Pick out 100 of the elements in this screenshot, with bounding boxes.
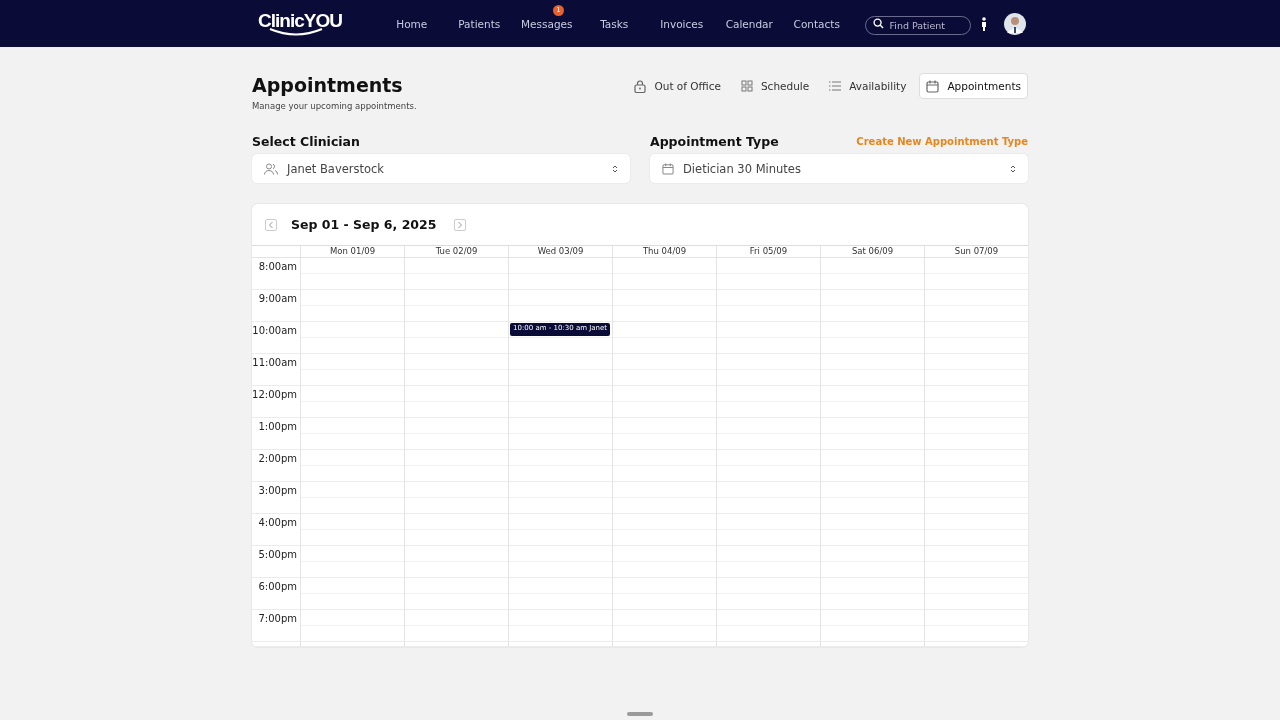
time-slot[interactable] bbox=[508, 418, 612, 450]
time-slot[interactable] bbox=[716, 610, 820, 642]
time-slot[interactable] bbox=[612, 578, 716, 610]
time-slot[interactable] bbox=[300, 258, 404, 290]
clinician-select[interactable]: Janet Baverstock bbox=[252, 154, 630, 183]
time-slot[interactable] bbox=[508, 354, 612, 386]
time-slot[interactable] bbox=[820, 610, 924, 642]
time-slot[interactable] bbox=[924, 450, 1028, 482]
next-week-button[interactable] bbox=[454, 218, 467, 231]
time-slot[interactable] bbox=[924, 354, 1028, 386]
time-slot[interactable] bbox=[508, 514, 612, 546]
time-slot[interactable] bbox=[820, 386, 924, 418]
time-slot[interactable] bbox=[300, 450, 404, 482]
view-tab[interactable]: Availability bbox=[822, 73, 914, 99]
search-field[interactable]: Find Patient bbox=[864, 16, 971, 35]
time-slot[interactable] bbox=[300, 290, 404, 322]
time-slot[interactable] bbox=[508, 546, 612, 578]
time-slot[interactable] bbox=[716, 578, 820, 610]
time-slot[interactable] bbox=[508, 386, 612, 418]
time-slot[interactable] bbox=[924, 386, 1028, 418]
time-slot[interactable] bbox=[300, 482, 404, 514]
time-slot[interactable] bbox=[716, 450, 820, 482]
nav-link[interactable]: Invoices bbox=[648, 17, 716, 30]
time-slot[interactable] bbox=[924, 482, 1028, 514]
time-slot[interactable] bbox=[612, 386, 716, 418]
time-slot[interactable] bbox=[508, 450, 612, 482]
time-slot[interactable] bbox=[612, 418, 716, 450]
time-slot[interactable] bbox=[508, 578, 612, 610]
time-slot[interactable] bbox=[924, 546, 1028, 578]
nav-link[interactable]: Contacts bbox=[783, 17, 851, 30]
time-slot[interactable] bbox=[924, 514, 1028, 546]
time-slot[interactable] bbox=[716, 290, 820, 322]
time-slot[interactable] bbox=[404, 546, 508, 578]
time-slot[interactable] bbox=[508, 290, 612, 322]
time-slot[interactable] bbox=[924, 290, 1028, 322]
time-slot[interactable] bbox=[716, 418, 820, 450]
time-slot[interactable] bbox=[924, 610, 1028, 642]
time-slot[interactable] bbox=[404, 418, 508, 450]
time-slot[interactable] bbox=[924, 322, 1028, 354]
time-slot[interactable] bbox=[300, 418, 404, 450]
time-slot[interactable] bbox=[716, 322, 820, 354]
time-slot[interactable] bbox=[404, 482, 508, 514]
time-slot[interactable] bbox=[612, 450, 716, 482]
time-slot[interactable] bbox=[300, 322, 404, 354]
time-slot[interactable] bbox=[300, 546, 404, 578]
nav-link[interactable]: Tasks bbox=[580, 17, 648, 30]
time-slot[interactable] bbox=[300, 514, 404, 546]
time-slot[interactable] bbox=[300, 610, 404, 642]
time-slot[interactable] bbox=[404, 290, 508, 322]
time-slot[interactable] bbox=[924, 258, 1028, 290]
time-slot[interactable] bbox=[820, 354, 924, 386]
time-slot[interactable] bbox=[404, 354, 508, 386]
time-slot[interactable] bbox=[508, 482, 612, 514]
time-slot[interactable] bbox=[716, 354, 820, 386]
time-slot[interactable] bbox=[612, 258, 716, 290]
time-slot[interactable] bbox=[716, 258, 820, 290]
view-tab[interactable]: Out of Office bbox=[627, 73, 728, 99]
time-slot[interactable] bbox=[612, 514, 716, 546]
time-slot[interactable] bbox=[820, 418, 924, 450]
nav-link[interactable]: Calendar bbox=[715, 17, 783, 30]
time-slot[interactable] bbox=[404, 610, 508, 642]
nav-link[interactable]: Home bbox=[378, 17, 446, 30]
time-slot[interactable] bbox=[716, 546, 820, 578]
time-slot[interactable] bbox=[300, 578, 404, 610]
time-slot[interactable] bbox=[612, 610, 716, 642]
time-slot[interactable] bbox=[716, 482, 820, 514]
time-slot[interactable] bbox=[820, 482, 924, 514]
time-slot[interactable] bbox=[716, 514, 820, 546]
time-slot[interactable] bbox=[820, 546, 924, 578]
time-slot[interactable] bbox=[404, 386, 508, 418]
time-slot[interactable] bbox=[404, 450, 508, 482]
time-slot[interactable] bbox=[300, 386, 404, 418]
time-slot[interactable] bbox=[820, 514, 924, 546]
view-tab[interactable]: Appointments bbox=[919, 73, 1028, 99]
time-slot[interactable] bbox=[612, 322, 716, 354]
time-slot[interactable] bbox=[820, 290, 924, 322]
time-slot[interactable] bbox=[716, 386, 820, 418]
time-slot[interactable] bbox=[820, 258, 924, 290]
time-slot[interactable] bbox=[612, 354, 716, 386]
time-slot[interactable] bbox=[404, 514, 508, 546]
view-tab[interactable]: Schedule bbox=[733, 73, 817, 99]
time-slot[interactable] bbox=[508, 258, 612, 290]
time-slot[interactable] bbox=[820, 322, 924, 354]
time-slot[interactable] bbox=[612, 546, 716, 578]
user-avatar[interactable] bbox=[1003, 12, 1026, 35]
time-slot[interactable] bbox=[612, 290, 716, 322]
time-slot[interactable] bbox=[508, 610, 612, 642]
time-slot[interactable] bbox=[924, 578, 1028, 610]
drag-handle[interactable] bbox=[627, 712, 653, 716]
time-slot[interactable] bbox=[820, 578, 924, 610]
previous-week-button[interactable] bbox=[265, 218, 277, 231]
time-slot[interactable] bbox=[820, 450, 924, 482]
time-slot[interactable] bbox=[404, 578, 508, 610]
time-slot[interactable] bbox=[404, 322, 508, 354]
nav-link[interactable]: Patients bbox=[445, 17, 513, 30]
time-slot[interactable] bbox=[612, 482, 716, 514]
person-icon[interactable] bbox=[980, 16, 987, 31]
time-slot[interactable] bbox=[300, 354, 404, 386]
time-slot[interactable] bbox=[404, 258, 508, 290]
time-slot[interactable] bbox=[924, 418, 1028, 450]
